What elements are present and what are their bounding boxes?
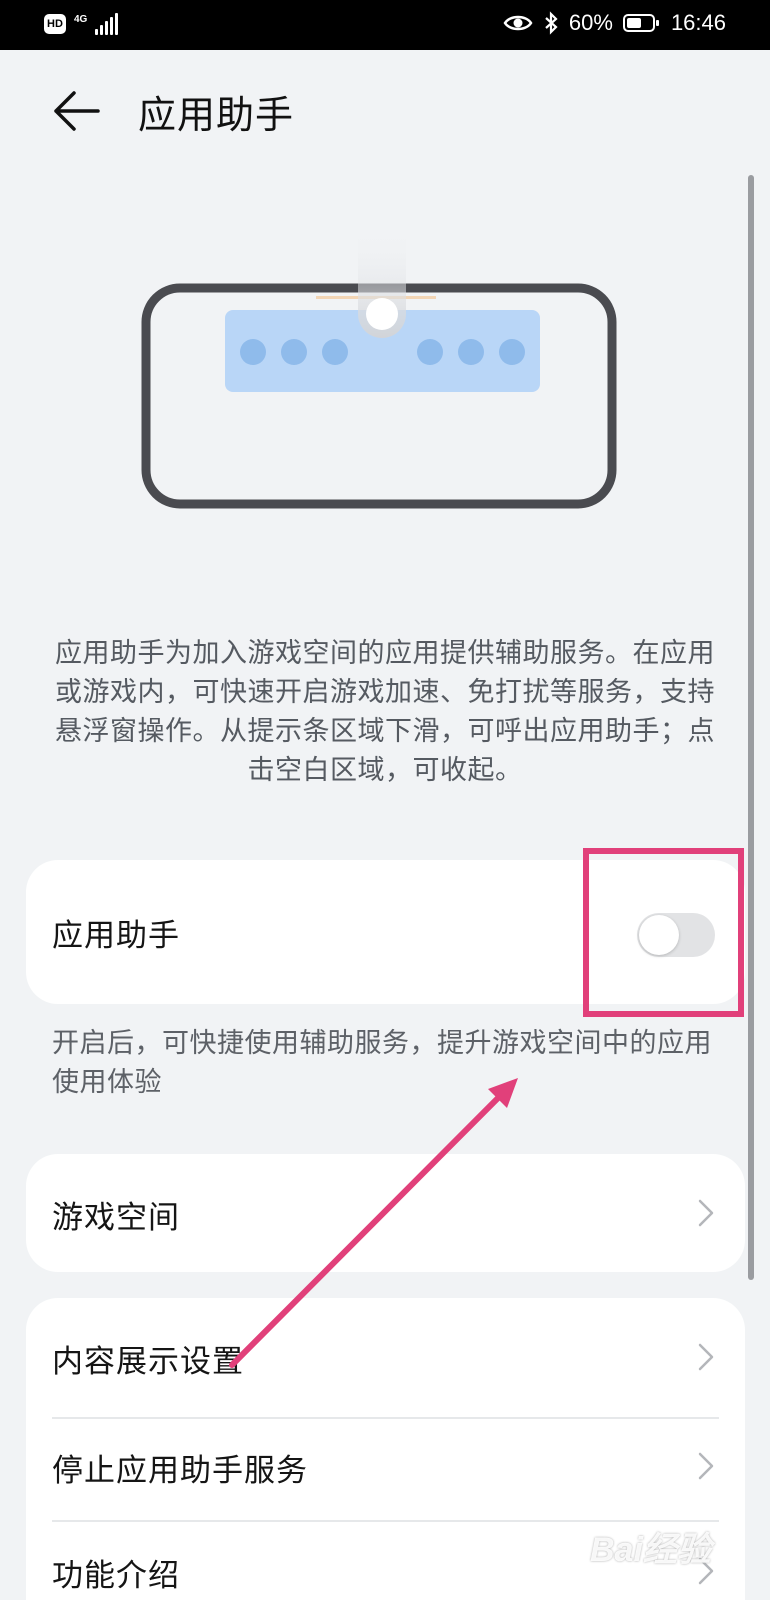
scrollbar[interactable] xyxy=(748,175,754,1280)
phone-illustration xyxy=(141,228,617,509)
network-type: 4G xyxy=(74,14,88,25)
chevron-right-icon xyxy=(698,1343,714,1371)
chevron-right-icon xyxy=(698,1452,714,1480)
bluetooth-icon xyxy=(545,11,558,35)
hd-badge: HD xyxy=(44,14,66,34)
assistant-toggle-label: 应用助手 xyxy=(52,918,180,954)
back-arrow-icon xyxy=(54,91,100,131)
status-right: 60% 16:46 xyxy=(503,10,726,36)
chevron-right-icon xyxy=(698,1199,714,1227)
settings-item-label: 内容展示设置 xyxy=(52,1344,244,1380)
annotation-highlight-box xyxy=(583,848,744,1017)
watermark-logo: Bai经验 xyxy=(590,1531,711,1569)
settings-item-label: 停止应用助手服务 xyxy=(52,1453,308,1489)
signal-icon xyxy=(95,13,119,35)
game-space-label: 游戏空间 xyxy=(52,1200,180,1236)
screen: HD 4G 60% 16:46 应用助手 应用助手为加入游戏空间的应用提供辅助服… xyxy=(0,0,770,1600)
back-button[interactable] xyxy=(54,88,100,134)
helper-text: 开启后，可快捷使用辅助服务，提升游戏空间中的应用使用体验 xyxy=(52,1028,712,1098)
page-title: 应用助手 xyxy=(138,93,295,137)
battery-icon xyxy=(622,14,659,32)
battery-level xyxy=(626,18,642,28)
settings-item-stop-service[interactable]: 停止应用助手服务 xyxy=(26,1419,745,1519)
settings-item-content-display[interactable]: 内容展示设置 xyxy=(26,1298,745,1416)
game-space-card[interactable]: 游戏空间 xyxy=(26,1154,745,1272)
battery-percent: 60% xyxy=(568,10,613,35)
settings-item-label: 功能介绍 xyxy=(52,1558,180,1594)
clock: 16:46 xyxy=(670,10,726,35)
status-bar: HD 4G 60% 16:46 xyxy=(0,0,770,50)
status-left: HD 4G xyxy=(44,13,119,35)
description-text: 应用助手为加入游戏空间的应用提供辅助服务。在应用或游戏内，可快速开启游戏加速、免… xyxy=(55,638,715,786)
eye-comfort-icon xyxy=(503,15,533,31)
